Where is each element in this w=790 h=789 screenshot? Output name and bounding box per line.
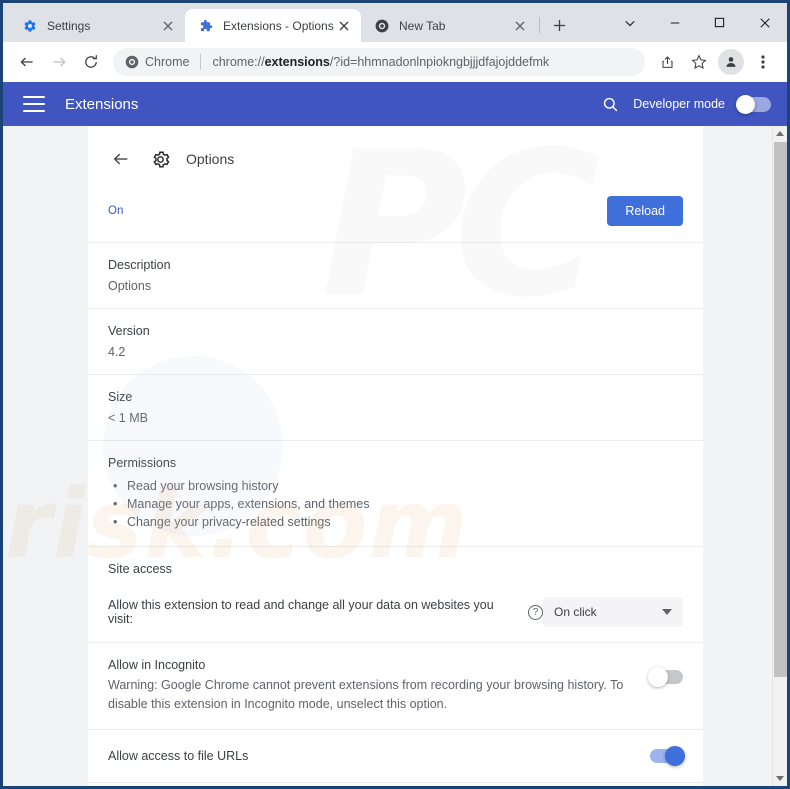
status-badge: On [108,205,124,217]
tab-close-icon[interactable] [511,17,529,35]
file-urls-section: Allow access to file URLs [88,730,703,783]
permissions-section: Permissions Read your browsing history M… [88,441,703,547]
list-item: Read your browsing history [108,477,683,495]
maximize-button[interactable] [697,3,742,42]
tab-title: Extensions - Options [223,18,334,33]
scroll-up-icon[interactable] [773,126,787,141]
version-section: Version 4.2 [88,309,703,375]
size-section: Size < 1 MB [88,375,703,441]
address-bar[interactable]: Chrome chrome://extensions/?id=hhmnadonl… [113,48,645,76]
developer-mode-toggle[interactable] [736,94,771,114]
toolbar-actions [651,48,779,76]
puzzle-piece-icon [198,18,214,34]
scroll-down-icon[interactable] [773,771,787,786]
site-access-question-text: Allow this extension to read and change … [108,598,494,626]
toggle-knob [648,667,668,687]
site-access-section: Site access Allow this extension to read… [88,547,703,643]
back-arrow-icon[interactable] [108,146,134,172]
back-icon[interactable] [13,48,41,76]
tab-title: New Tab [399,18,446,33]
file-urls-row: Allow access to file URLs [108,746,685,766]
detail-header: Options [88,126,703,186]
file-urls-label: Allow access to file URLs [108,749,249,763]
chrome-logo-icon [374,18,390,34]
incognito-texts: Allow in Incognito Warning: Google Chrom… [108,658,650,714]
site-access-control-row: Allow this extension to read and change … [108,583,683,627]
description-label: Description [108,258,171,272]
url-prefix: chrome:// [212,55,265,69]
omnibox-chip-label: Chrome [145,55,190,69]
chrome-shield-icon [125,55,139,69]
page-title: Extensions [65,95,139,113]
three-dot-menu-icon[interactable] [749,48,777,76]
tab-new-tab[interactable]: New Tab [361,9,537,42]
tab-settings[interactable]: Settings [9,9,185,42]
omnibox-url[interactable]: chrome://extensions/?id=hhmnadonlnpiokng… [212,55,549,69]
tab-search-icon[interactable] [607,3,652,42]
avatar[interactable] [718,49,744,75]
site-identity-chip[interactable]: Chrome [125,55,189,69]
source-section: Source Unpacked extension Loaded from: ~… [88,783,703,786]
incognito-toggle[interactable] [648,667,683,687]
site-access-select-value: On click [554,605,597,619]
size-value: < 1 MB [108,411,148,425]
size-label: Size [108,390,133,404]
tab-extensions-options[interactable]: Extensions - Options [185,9,361,42]
list-item: Change your privacy-related settings [108,513,683,531]
toggle-knob [736,94,755,114]
reload-icon[interactable] [77,48,105,76]
gear-icon [148,147,172,171]
detail-title: Options [186,151,235,167]
hamburger-icon[interactable] [23,96,45,112]
extensions-page-body: PC risk.com Options On [3,126,787,786]
scrollbar-thumb[interactable] [774,142,787,677]
incognito-section: Allow in Incognito Warning: Google Chrom… [88,643,703,730]
new-tab-button[interactable] [545,11,573,39]
forward-icon[interactable] [45,48,73,76]
developer-mode-label: Developer mode [633,97,725,111]
browser-toolbar: Chrome chrome://extensions/?id=hhmnadonl… [3,42,787,82]
browser-window: Settings Extensions - Options New Tab Ch… [0,0,790,789]
tab-strip: Settings Extensions - Options New Tab [3,3,787,42]
permissions-list: Read your browsing history Manage your a… [108,477,683,531]
description-value: Options [108,279,152,293]
incognito-row: Allow in Incognito Warning: Google Chrom… [108,658,683,714]
toggle-knob [665,746,685,766]
url-suffix: /?id=hhmnadonlnpiokngbjjjdfajojddefmk [329,55,550,69]
help-icon[interactable]: ? [528,604,543,620]
close-button[interactable] [742,3,787,42]
tab-separator [539,17,540,33]
tab-close-icon[interactable] [159,17,177,35]
incognito-label: Allow in Incognito [108,658,206,672]
tab-close-icon[interactable] [335,17,353,35]
description-section: Description Options [88,243,703,309]
page-scrollbar[interactable] [772,126,787,786]
list-item: Manage your apps, extensions, and themes [108,495,683,513]
status-row: On Reload [88,186,703,243]
tab-title: Settings [47,18,91,33]
file-urls-toggle[interactable] [650,746,685,766]
window-controls [607,3,787,42]
reload-button[interactable]: Reload [607,196,683,226]
minimize-button[interactable] [652,3,697,42]
omnibox-divider [200,54,202,70]
extension-detail-card: Options On Reload Description Options Ve… [88,126,703,786]
chevron-down-icon [662,609,672,615]
search-icon[interactable] [602,96,619,113]
incognito-warning: Warning: Google Chrome cannot prevent ex… [108,678,624,711]
site-access-select[interactable]: On click [543,597,683,627]
extensions-header: Extensions Developer mode [3,82,787,126]
gear-icon [22,18,38,34]
permissions-label: Permissions [108,456,177,470]
url-host: extensions [264,55,330,69]
star-icon[interactable] [685,48,713,76]
share-icon[interactable] [653,48,681,76]
site-access-label: Site access [108,562,172,576]
version-value: 4.2 [108,345,126,359]
site-access-question: Allow this extension to read and change … [108,598,543,626]
version-label: Version [108,324,150,338]
file-urls-texts: Allow access to file URLs [108,749,650,763]
